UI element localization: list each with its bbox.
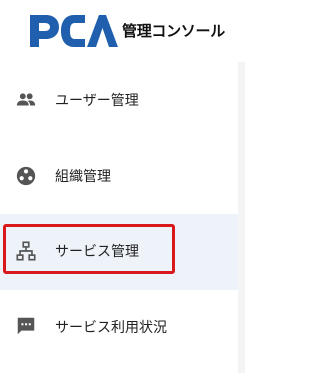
pca-logo bbox=[30, 15, 118, 47]
selection-highlight-box bbox=[3, 224, 175, 274]
nav-item-user-management[interactable]: ユーザー管理 bbox=[0, 62, 245, 138]
app-header: 管理コンソール bbox=[0, 0, 245, 62]
nav-item-organization-management[interactable]: 組織管理 bbox=[0, 138, 245, 214]
nav-item-service-usage[interactable]: サービス利用状況 bbox=[0, 290, 245, 366]
nav-item-label: ユーザー管理 bbox=[55, 93, 139, 109]
console-title: 管理コンソール bbox=[122, 22, 225, 40]
chat-icon bbox=[17, 317, 35, 335]
people-icon bbox=[16, 93, 36, 106]
sidebar-edge bbox=[238, 62, 245, 373]
nav-item-label: サービス利用状況 bbox=[55, 320, 167, 336]
organization-icon bbox=[16, 166, 36, 186]
nav-item-label: 組織管理 bbox=[55, 169, 111, 185]
